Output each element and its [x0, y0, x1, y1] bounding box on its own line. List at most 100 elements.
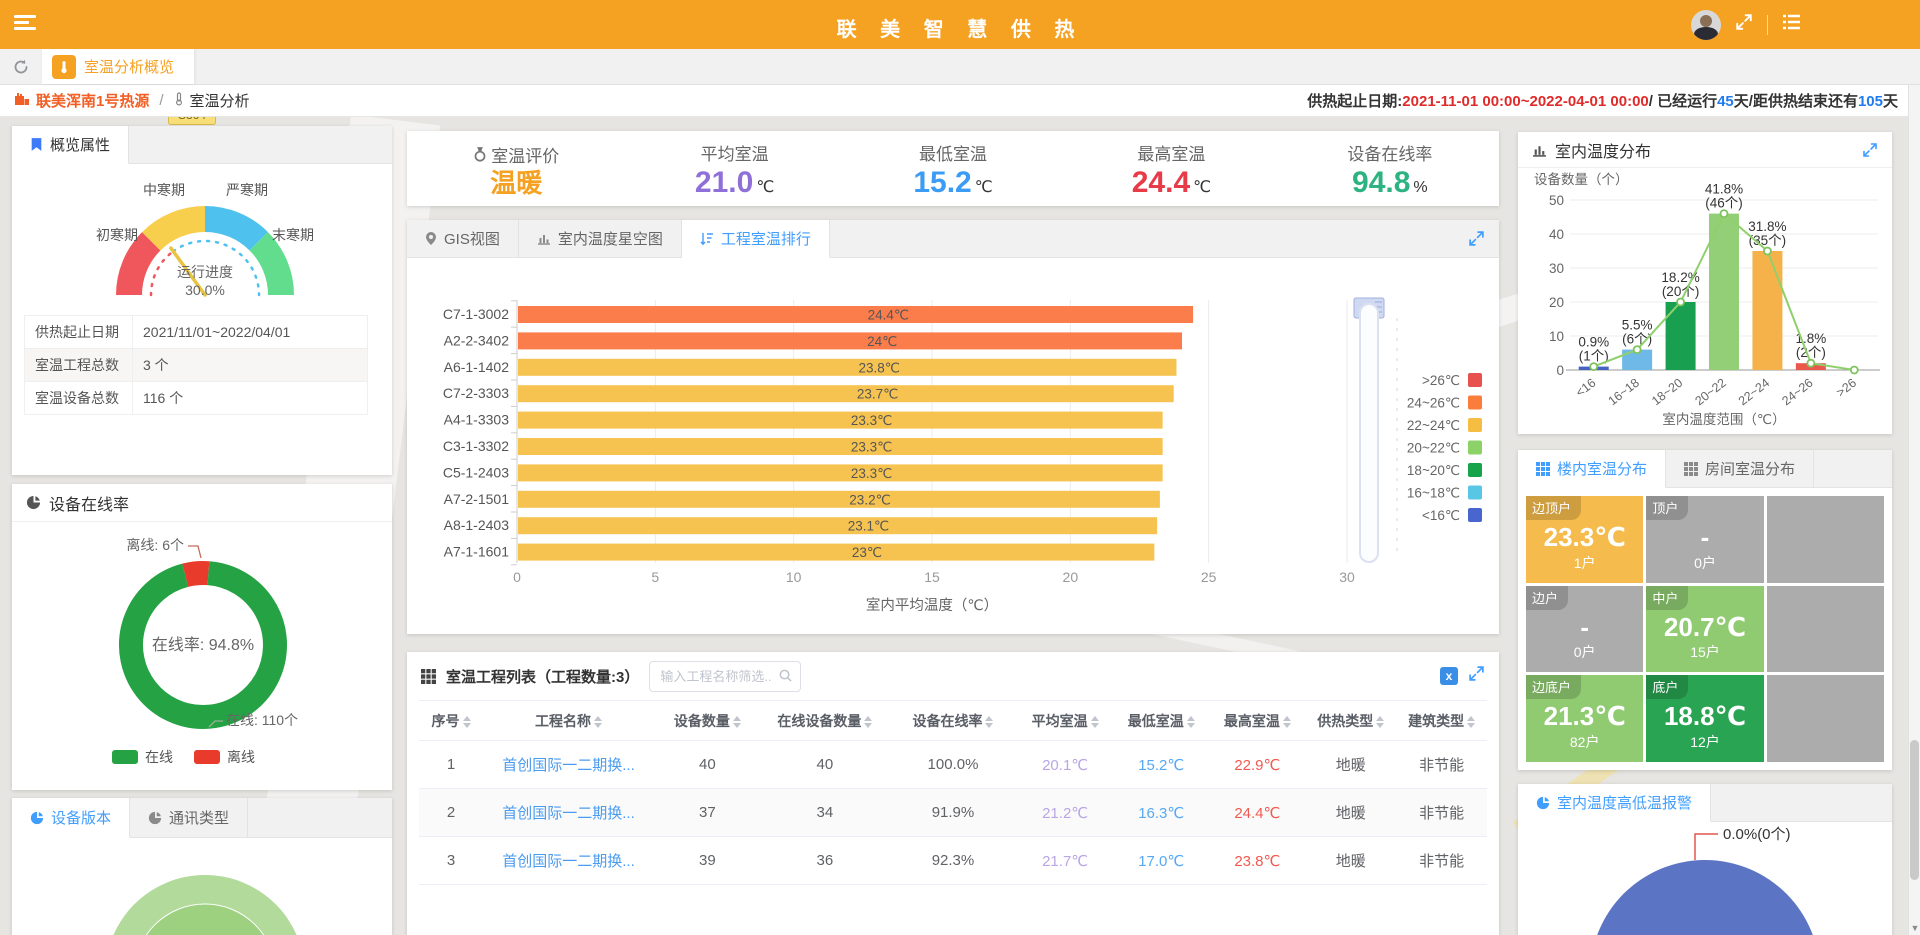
sort-caret[interactable] [1091, 716, 1099, 728]
refresh-icon[interactable] [0, 49, 42, 84]
table-row[interactable]: 2首创国际一二期换...373491.9%21.2℃16.3℃24.4℃地暖非节… [419, 789, 1487, 837]
sort-caret[interactable] [1376, 716, 1384, 728]
project-list-panel: 室温工程列表（工程数量:3） x 序号工程名称设备数量在线设备数量设备在线率平均… [407, 652, 1499, 935]
right-menu-icon[interactable] [1782, 14, 1802, 35]
search-icon[interactable] [778, 668, 793, 688]
legend-swatch[interactable] [112, 750, 138, 764]
col-header[interactable]: 建筑类型 [1396, 701, 1487, 741]
legend-swatch[interactable] [1468, 373, 1482, 387]
sort-caret[interactable] [733, 716, 741, 728]
hist-marker[interactable] [1851, 367, 1858, 374]
sort-caret[interactable] [864, 716, 872, 728]
sort-caret[interactable] [985, 716, 993, 728]
grid-cell-empty[interactable] [1767, 675, 1884, 762]
cell-temp: - [1646, 522, 1763, 553]
sort-caret[interactable] [1187, 716, 1195, 728]
hist-bar[interactable] [1752, 251, 1782, 370]
col-header[interactable]: 序号 [419, 701, 483, 741]
fullscreen-icon[interactable] [1735, 13, 1753, 36]
project-search [649, 661, 801, 692]
export-excel-icon[interactable]: x [1440, 667, 1458, 685]
col-header[interactable]: 最高室温 [1209, 701, 1305, 741]
legend-swatch[interactable] [194, 750, 220, 764]
expand-icon[interactable] [1468, 220, 1499, 257]
svg-text:C7-2-3303: C7-2-3303 [443, 385, 509, 401]
svg-text:(1个): (1个) [1579, 349, 1609, 364]
rank-bar[interactable] [518, 491, 1160, 508]
sort-caret[interactable] [1283, 716, 1291, 728]
tab-building-temp[interactable]: 楼内室温分布 [1518, 450, 1666, 488]
rank-bar[interactable] [518, 517, 1157, 534]
cell-heat_type: 地暖 [1305, 741, 1396, 789]
tab-device-version[interactable]: 设备版本 [12, 798, 130, 838]
tab-room-temp[interactable]: 房间室温分布 [1666, 450, 1814, 487]
expand-icon[interactable] [1862, 142, 1878, 158]
alarm-pie-slice[interactable] [1590, 860, 1820, 935]
user-avatar[interactable] [1691, 10, 1721, 40]
grid-cell-empty[interactable] [1767, 586, 1884, 673]
rank-bar[interactable] [518, 464, 1163, 481]
hist-marker[interactable] [1807, 360, 1814, 367]
svg-text:15: 15 [924, 569, 940, 585]
svg-text:0.0%(0个): 0.0%(0个) [1723, 826, 1791, 843]
col-header[interactable]: 工程名称 [483, 701, 654, 741]
rank-bar[interactable] [518, 412, 1163, 429]
sort-rank-icon [700, 232, 714, 245]
grid-cell-顶户[interactable]: 顶户-0户 [1646, 496, 1763, 583]
table-row[interactable]: 1首创国际一二期换...4040100.0%20.1℃15.2℃22.9℃地暖非… [419, 741, 1487, 789]
legend-swatch[interactable] [1468, 486, 1482, 500]
hist-marker[interactable] [1721, 210, 1728, 217]
svg-text:室内温度范围（℃）: 室内温度范围（℃） [1662, 411, 1785, 427]
grid-cell-底户[interactable]: 底户18.8℃12户 [1646, 675, 1763, 762]
cell-name[interactable]: 首创国际一二期换... [483, 837, 654, 885]
col-header[interactable]: 最低室温 [1113, 701, 1209, 741]
col-header[interactable]: 设备在线率 [889, 701, 1017, 741]
hist-marker[interactable] [1677, 299, 1684, 306]
scrollbar-thumb[interactable] [1910, 740, 1919, 880]
legend-swatch[interactable] [1468, 418, 1482, 432]
expand-icon[interactable] [1468, 665, 1485, 687]
cell-name[interactable]: 首创国际一二期换... [483, 789, 654, 837]
legend-swatch[interactable] [1468, 463, 1482, 477]
scrollbar-down-arrow[interactable]: ▼ [1909, 923, 1920, 933]
svg-text:中寒期: 中寒期 [143, 182, 185, 198]
tab-temp-alarm[interactable]: 室内温度高低温报警 [1518, 784, 1711, 822]
rank-bar[interactable] [518, 544, 1154, 561]
col-header[interactable]: 供热类型 [1305, 701, 1396, 741]
table-row[interactable]: 3首创国际一二期换...393692.3%21.7℃17.0℃23.8℃地暖非节… [419, 837, 1487, 885]
sort-caret[interactable] [594, 716, 602, 728]
hist-marker[interactable] [1590, 363, 1597, 370]
sort-caret[interactable] [463, 716, 471, 728]
col-header[interactable]: 在线设备数量 [761, 701, 889, 741]
donut-offline-slice[interactable] [185, 573, 208, 575]
grid-cell-边户[interactable]: 边户-0户 [1526, 586, 1643, 673]
hist-marker[interactable] [1764, 248, 1771, 255]
location-pin-icon [425, 231, 437, 246]
svg-text:(20个): (20个) [1662, 284, 1700, 299]
legend-swatch[interactable] [1468, 441, 1482, 455]
col-header[interactable]: 设备数量 [654, 701, 761, 741]
rank-bar[interactable] [518, 385, 1174, 402]
tab-room-temp-overview[interactable]: 室温分析概览 [42, 49, 194, 84]
tab-project-temp-rank[interactable]: 工程室温排行 [682, 220, 830, 258]
grid-cell-边顶户[interactable]: 边顶户23.3℃1户 [1526, 496, 1643, 583]
rank-bar[interactable] [518, 438, 1163, 455]
rank-bar[interactable] [518, 332, 1182, 349]
legend-swatch[interactable] [1468, 508, 1482, 522]
cell-index: 2 [419, 789, 483, 837]
tab-overview-attrs[interactable]: 概览属性 [12, 126, 129, 164]
tab-comm-type[interactable]: 通讯类型 [130, 798, 248, 837]
rank-bar[interactable] [518, 306, 1193, 323]
col-header[interactable]: 平均室温 [1017, 701, 1113, 741]
sort-caret[interactable] [1467, 716, 1475, 728]
legend-swatch[interactable] [1468, 396, 1482, 410]
tab-temp-starmap[interactable]: 室内温度星空图 [519, 220, 682, 257]
breadcrumb-source-link[interactable]: 联美浑南1号热源 [36, 90, 149, 111]
grid-cell-中户[interactable]: 中户20.7℃15户 [1646, 586, 1763, 673]
grid-cell-边底户[interactable]: 边底户21.3℃82户 [1526, 675, 1643, 762]
grid-cell-empty[interactable] [1767, 496, 1884, 583]
hist-marker[interactable] [1634, 346, 1641, 353]
tab-gis-view[interactable]: GIS视图 [407, 220, 519, 257]
rank-bar[interactable] [518, 359, 1176, 376]
cell-name[interactable]: 首创国际一二期换... [483, 741, 654, 789]
